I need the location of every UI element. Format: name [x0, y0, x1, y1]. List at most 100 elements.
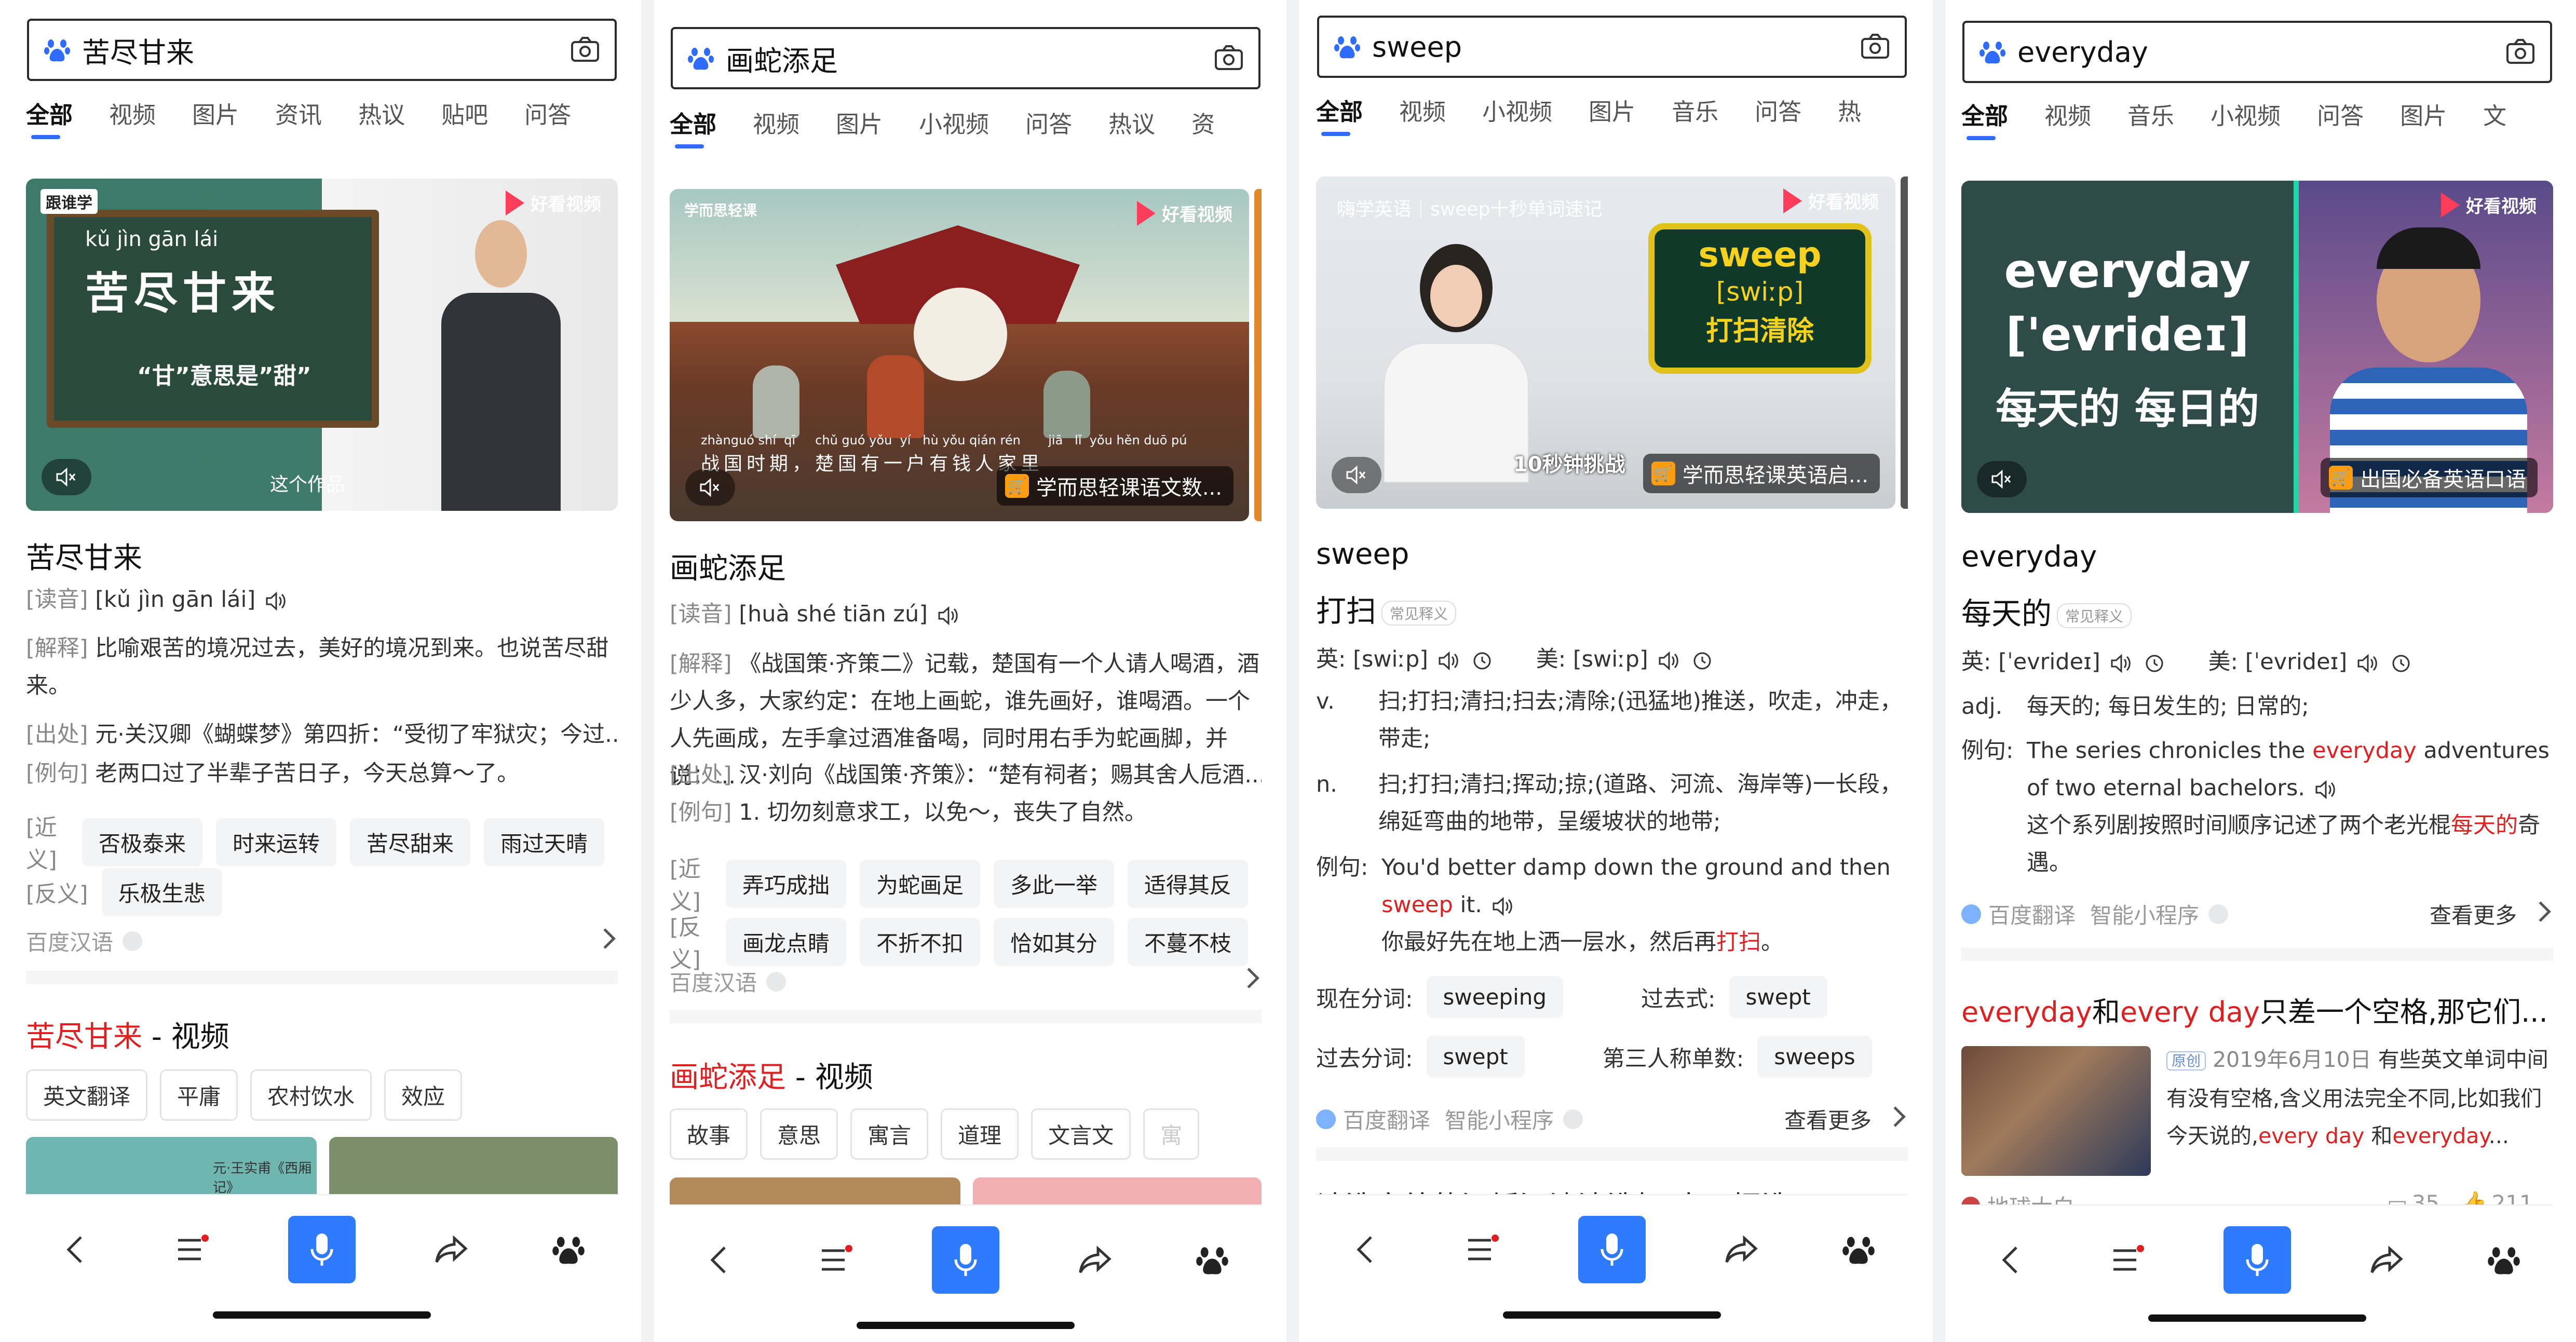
tab-more[interactable]: 资 [1191, 109, 1215, 151]
synonym-chip[interactable]: 为蛇画足 [859, 859, 980, 908]
shop-link[interactable]: 🛒 学而思轻课语文数... [996, 466, 1233, 506]
camera-icon[interactable] [570, 35, 600, 65]
tab-all[interactable]: 全部 [1961, 101, 2008, 142]
tab-short-video[interactable]: 小视频 [2211, 101, 2281, 142]
filter-tab[interactable]: 文言文 [1031, 1108, 1131, 1160]
home-button[interactable] [1825, 1216, 1892, 1283]
shop-link[interactable]: 🛒 学而思轻课英语启... [1643, 454, 1880, 493]
filter-tab[interactable]: 平庸 [160, 1069, 238, 1121]
tab-all[interactable]: 全部 [26, 100, 73, 141]
search-query[interactable]: sweep [1372, 31, 1860, 63]
search-box[interactable]: everyday [1962, 21, 2552, 83]
tab-qa[interactable]: 问答 [524, 100, 571, 141]
tab-more[interactable]: 文 [2483, 101, 2506, 142]
source-footer[interactable]: 百度翻译 智能小程序 [1961, 898, 2229, 930]
loop-icon[interactable] [1472, 650, 1493, 671]
loop-icon[interactable] [1692, 650, 1713, 671]
filter-tab[interactable]: 寓 [1143, 1108, 1200, 1160]
voice-search-button[interactable] [1578, 1216, 1646, 1283]
synonym-chip[interactable]: 否极泰来 [82, 818, 202, 866]
mute-button[interactable] [1977, 461, 2027, 497]
share-button[interactable] [418, 1216, 485, 1283]
video-card[interactable]: sweep [swiːp] 打扫清除 嗨学英语｜sweep十秒单词速记 好看视频… [1316, 177, 1895, 509]
camera-icon[interactable] [1860, 32, 1890, 62]
speaker-icon[interactable] [2110, 653, 2133, 674]
tab-all[interactable]: 全部 [670, 109, 716, 151]
filter-tab[interactable]: 英文翻译 [26, 1069, 148, 1121]
article-title[interactable]: everyday和every day只差一个空格,那它们... [1961, 989, 2548, 1030]
back-button[interactable] [685, 1226, 753, 1294]
speaker-icon[interactable] [937, 605, 960, 626]
form-chip[interactable]: swept [1426, 1036, 1525, 1078]
mute-button[interactable] [685, 469, 735, 506]
chevron-right-icon[interactable] [1885, 1106, 1906, 1127]
voice-search-button[interactable] [932, 1226, 999, 1294]
form-chip[interactable]: sweeps [1757, 1036, 1872, 1078]
search-query[interactable]: 画蛇添足 [726, 38, 1214, 79]
filter-tab[interactable]: 意思 [760, 1108, 838, 1160]
tab-short-video[interactable]: 小视频 [919, 109, 989, 151]
source-footer[interactable]: 百度翻译 智能小程序 [1316, 1103, 1583, 1135]
home-button[interactable] [535, 1216, 602, 1283]
speaker-icon[interactable] [265, 591, 288, 612]
synonym-chip[interactable]: 苦尽甜来 [349, 818, 470, 866]
tab-all[interactable]: 全部 [1316, 97, 1363, 138]
article-thumbnail[interactable] [1961, 1046, 2151, 1176]
tab-qa[interactable]: 问答 [2317, 101, 2364, 142]
tab-more[interactable]: 热 [1838, 97, 1861, 138]
speaker-icon[interactable] [1492, 896, 1514, 917]
chevron-right-icon[interactable] [595, 928, 616, 949]
share-button[interactable] [1062, 1226, 1129, 1294]
see-more-link[interactable]: 查看更多 [1784, 1103, 1872, 1135]
speaker-icon[interactable] [1438, 650, 1460, 671]
back-button[interactable] [1977, 1226, 2044, 1294]
tab-image[interactable]: 图片 [836, 109, 883, 151]
search-box[interactable]: 苦尽甘来 [27, 19, 617, 81]
shop-link[interactable]: 🛒 出国必备英语口语 [2321, 458, 2538, 497]
tab-short-video[interactable]: 小视频 [1482, 97, 1552, 138]
tab-music[interactable]: 音乐 [2127, 101, 2174, 142]
tab-video[interactable]: 视频 [1399, 97, 1446, 138]
antonym-chip[interactable]: 恰如其分 [993, 917, 1114, 966]
source-footer[interactable]: 百度汉语 [670, 966, 787, 997]
loop-icon[interactable] [2144, 653, 2165, 674]
video-section-title[interactable]: 苦尽甘来 - 视频 [26, 1013, 229, 1055]
tab-image[interactable]: 图片 [2400, 101, 2447, 142]
share-button[interactable] [2353, 1226, 2421, 1294]
mute-button[interactable] [1332, 457, 1381, 493]
source-footer[interactable]: 百度汉语 [26, 925, 143, 957]
antonym-chip[interactable]: 不折不扣 [859, 917, 980, 966]
back-button[interactable] [42, 1216, 109, 1283]
filter-tab[interactable]: 农村饮水 [250, 1069, 372, 1121]
tab-discuss[interactable]: 热议 [1108, 109, 1155, 151]
tab-discuss[interactable]: 热议 [358, 100, 405, 141]
tab-video[interactable]: 视频 [753, 109, 799, 151]
menu-button[interactable] [158, 1216, 226, 1283]
filter-tab[interactable]: 故事 [670, 1108, 748, 1160]
voice-search-button[interactable] [2224, 1226, 2291, 1294]
synonym-chip[interactable]: 多此一举 [993, 859, 1114, 908]
tab-image[interactable]: 图片 [192, 100, 239, 141]
video-card[interactable]: 学而思轻课 好看视频 zhànguó shí qī chǔ guó yǒu yí… [670, 189, 1249, 521]
camera-icon[interactable] [1214, 43, 1244, 73]
speaker-icon[interactable] [2356, 653, 2379, 674]
tab-qa[interactable]: 问答 [1025, 109, 1072, 151]
antonym-chip[interactable]: 乐极生悲 [101, 868, 222, 916]
menu-button[interactable] [1448, 1216, 1516, 1283]
search-query[interactable]: 苦尽甘来 [82, 30, 570, 71]
loop-icon[interactable] [2391, 653, 2411, 674]
menu-button[interactable] [2094, 1226, 2161, 1294]
see-more-link[interactable]: 查看更多 [2430, 898, 2517, 930]
tab-image[interactable]: 图片 [1589, 97, 1635, 138]
chevron-right-icon[interactable] [2530, 901, 2551, 922]
tab-video[interactable]: 视频 [2044, 101, 2091, 142]
form-chip[interactable]: sweeping [1426, 976, 1564, 1018]
video-card[interactable]: kǔ jìn gān lái 苦尽甘来 “甘”意思是”甜” 跟谁学 好看视频 这… [26, 179, 618, 511]
speaker-icon[interactable] [2314, 779, 2337, 800]
filter-tab[interactable]: 效应 [384, 1069, 463, 1121]
tab-tieba[interactable]: 贴吧 [441, 100, 488, 141]
speaker-icon[interactable] [1658, 650, 1680, 671]
video-section-title[interactable]: 画蛇添足 - 视频 [670, 1054, 873, 1096]
synonym-chip[interactable]: 弄巧成拙 [725, 859, 846, 908]
filter-tab[interactable]: 寓言 [850, 1108, 929, 1160]
